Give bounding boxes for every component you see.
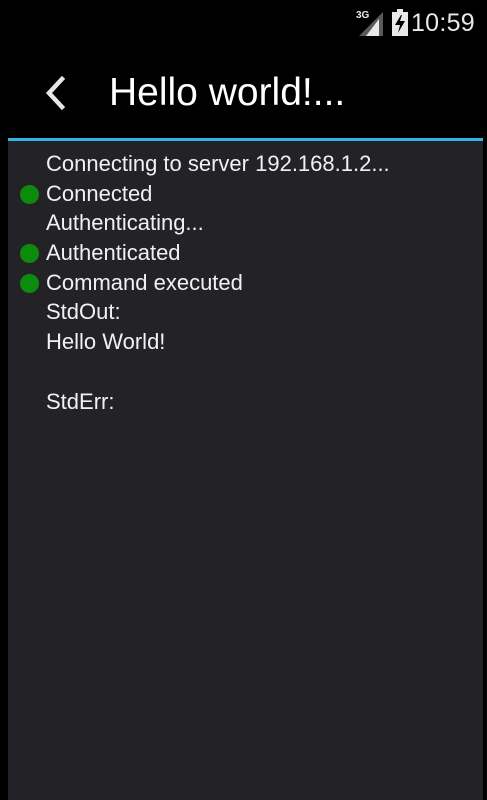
log-line-text: Authenticating... <box>46 210 204 236</box>
log-line-text: Hello World! <box>46 329 166 355</box>
page-title: Hello world!... <box>109 71 346 114</box>
log-line: Connecting to server 192.168.1.2... <box>8 149 483 179</box>
status-bar: 3G 10:59 <box>0 0 487 47</box>
log-line: Command executed <box>8 268 483 298</box>
log-list: Connecting to server 192.168.1.2... Conne… <box>8 149 483 416</box>
action-bar: Hello world!... <box>8 47 483 138</box>
log-line: StdOut: <box>8 297 483 327</box>
output-panel: Connecting to server 192.168.1.2... Conne… <box>8 141 483 800</box>
log-line-text: StdOut: <box>46 299 121 325</box>
log-line-text: Connecting to server 192.168.1.2... <box>46 151 390 176</box>
log-line: Hello World! <box>8 327 483 357</box>
status-dot-icon <box>20 244 39 264</box>
clock: 10:59 <box>410 9 475 37</box>
log-line-text: Command executed <box>46 269 243 295</box>
screen: 3G 10:59 Hello world!... Connecting to s… <box>0 0 487 800</box>
back-button[interactable] <box>38 69 78 117</box>
status-dot-icon <box>20 273 39 293</box>
log-line-text: StdErr: <box>46 388 115 414</box>
log-line <box>8 357 483 387</box>
log-line-text: Authenticated <box>46 240 181 266</box>
log-line: Connected <box>8 179 483 209</box>
network-type-label: 3G <box>356 10 370 21</box>
chevron-left-icon <box>45 75 66 111</box>
log-line: StdErr: <box>8 387 483 417</box>
log-line-text: Connected <box>46 180 153 206</box>
status-dot-icon <box>20 184 39 204</box>
log-line: Authenticating... <box>8 208 483 238</box>
log-line: Authenticated <box>8 238 483 268</box>
battery-charging-icon <box>392 9 408 36</box>
